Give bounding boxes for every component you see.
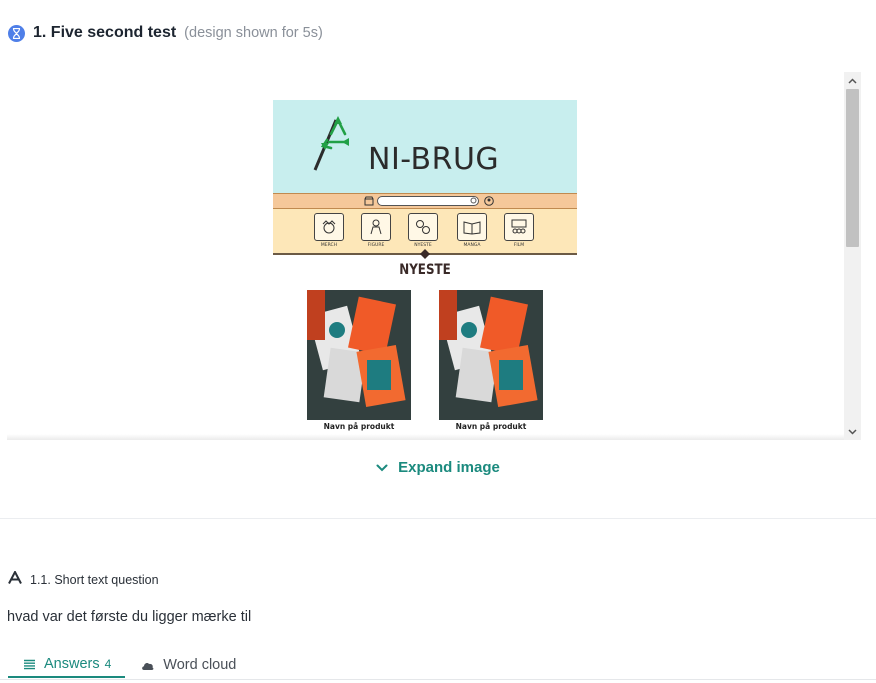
tab-answers[interactable]: Answers 4: [8, 652, 126, 678]
design-image: NI-BRUG MERCH FIGURE NYESTE MANGA FILM N…: [273, 100, 577, 440]
chevron-down-icon: [376, 464, 388, 472]
question-text: hvad var det første du ligger mærke til: [7, 609, 252, 625]
expand-image-label: Expand image: [398, 459, 500, 476]
product-image: [439, 290, 543, 420]
list-icon: [24, 659, 35, 670]
recycle-logo-icon: [313, 116, 349, 171]
design-product-card: Navn på produkt: [307, 290, 411, 431]
design-brand: NI-BRUG: [368, 142, 500, 177]
viewer-fade: [7, 434, 844, 440]
viewer-scrollbar[interactable]: [844, 72, 861, 440]
design-product-card: Navn på produkt: [439, 290, 543, 431]
user-icon: [484, 196, 494, 206]
category-manga: MANGA: [456, 213, 488, 251]
manga-icon: [457, 213, 487, 241]
cloud-icon: [141, 661, 154, 670]
tab-answers-label: Answers: [44, 656, 100, 672]
nyeste-icon: [408, 213, 438, 241]
question-label: 1.1. Short text question: [30, 572, 159, 587]
section-divider: [0, 518, 876, 519]
category-film: FILM: [503, 213, 535, 251]
tab-word-cloud-label: Word cloud: [163, 657, 237, 673]
category-nyeste: NYESTE: [407, 213, 439, 251]
tab-word-cloud[interactable]: Word cloud: [125, 652, 250, 678]
result-tabs: Answers 4 Word cloud: [8, 652, 250, 683]
product-name: Navn på produkt: [455, 422, 527, 431]
film-icon: [504, 213, 534, 241]
question-header: 1.1. Short text question: [8, 569, 159, 588]
figure-icon: [361, 213, 391, 241]
expand-image-button[interactable]: Expand image: [0, 459, 876, 476]
hourglass-icon: [8, 24, 25, 42]
scrollbar-thumb[interactable]: [846, 89, 859, 247]
scroll-up-icon[interactable]: [844, 72, 861, 89]
test-subtitle: (design shown for 5s): [184, 25, 323, 41]
category-figure: FIGURE: [360, 213, 392, 251]
diamond-marker-icon: [420, 249, 430, 259]
store-icon: [364, 196, 374, 206]
product-name: Navn på produkt: [323, 422, 395, 431]
design-viewer[interactable]: NI-BRUG MERCH FIGURE NYESTE MANGA FILM N…: [7, 72, 861, 440]
search-icon: [470, 197, 477, 204]
design-section-title: NYESTE: [399, 262, 451, 278]
category-merch: MERCH: [313, 213, 345, 251]
design-banner: NI-BRUG: [273, 100, 577, 193]
design-searchbar-row: [273, 193, 577, 209]
scroll-down-icon[interactable]: [844, 423, 861, 440]
design-searchbar: [377, 196, 479, 206]
tab-answers-count: 4: [104, 657, 112, 671]
merch-icon: [314, 213, 344, 241]
text-a-icon: [8, 569, 22, 588]
test-header: 1. Five second test (design shown for 5s…: [8, 22, 323, 44]
product-image: [307, 290, 411, 420]
test-title: 1. Five second test: [33, 24, 177, 41]
